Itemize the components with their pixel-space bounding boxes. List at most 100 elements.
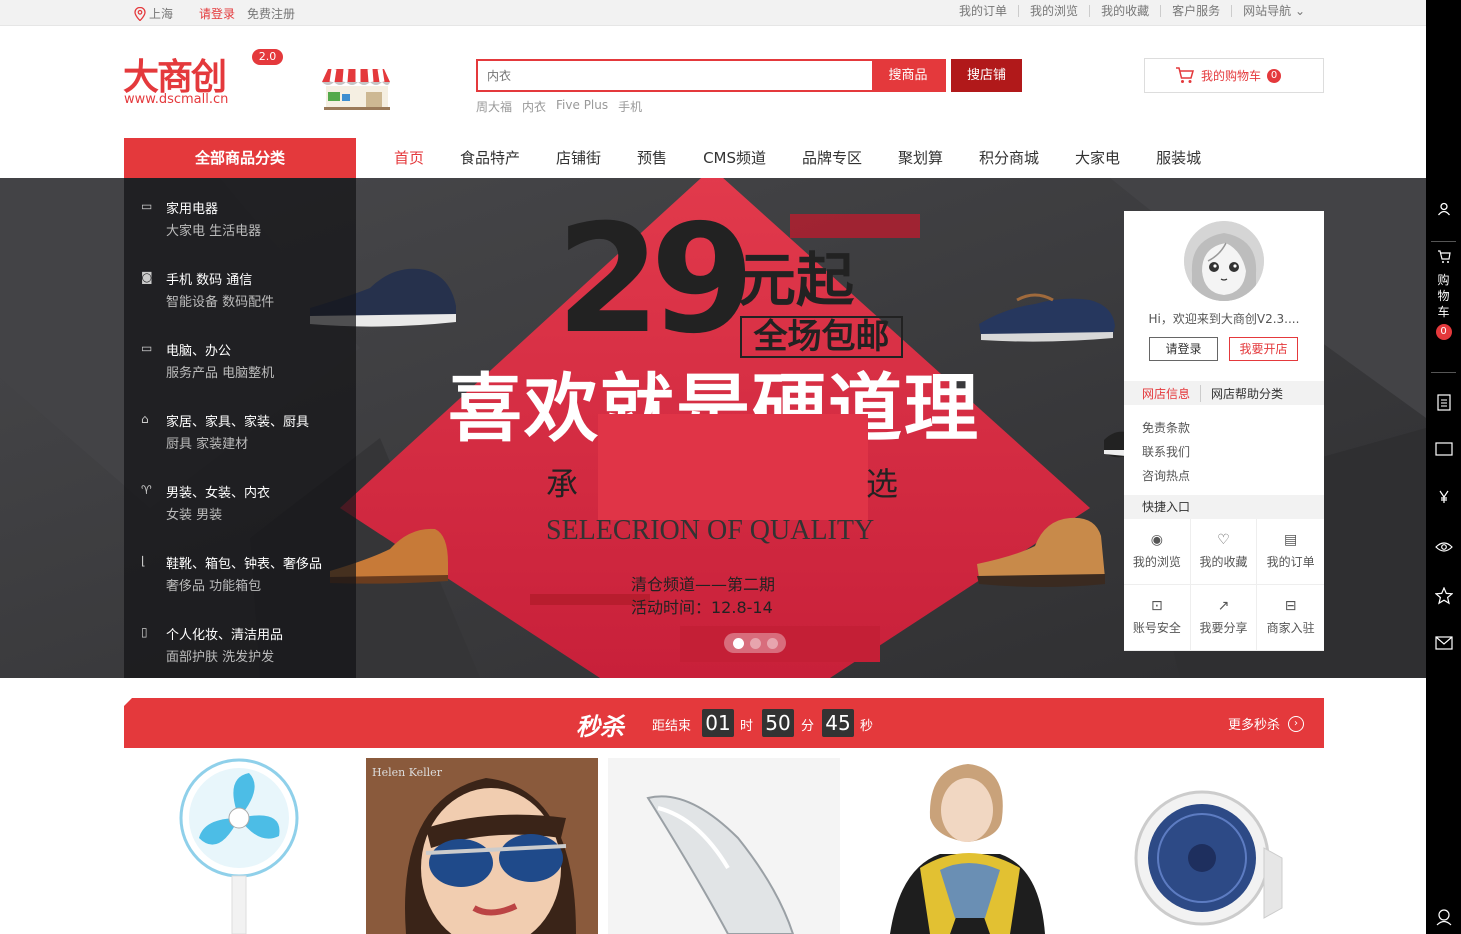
- category-title[interactable]: 个人化妆、清洁用品: [166, 624, 283, 643]
- quick-share[interactable]: ↗ 我要分享: [1190, 585, 1258, 651]
- nav-item-juhuasuan[interactable]: 聚划算: [880, 138, 961, 178]
- category-subs[interactable]: 大家电 生活电器: [166, 220, 261, 239]
- register-link[interactable]: 免费注册: [247, 5, 295, 22]
- category-item-shoes-bags[interactable]: ⌊ 鞋靴、箱包、钟表、奢侈品 奢侈品 功能箱包: [124, 537, 356, 608]
- monitor-icon: ▭: [141, 341, 153, 355]
- nav-item-points-mall[interactable]: 积分商城: [961, 138, 1057, 178]
- sidebar-orders-icon[interactable]: [1426, 393, 1461, 415]
- info-links: 免责条款 联系我们 咨询热点: [1142, 416, 1190, 488]
- banner-sub-right: 选: [866, 465, 899, 503]
- category-subs[interactable]: 面部护肤 洗发护发: [166, 646, 274, 665]
- clipboard-icon: ▤: [1284, 532, 1298, 548]
- customer-service-link[interactable]: 客户服务: [1160, 5, 1231, 17]
- sidebar-eye-icon[interactable]: [1426, 541, 1461, 557]
- quick-my-favorites[interactable]: ♡ 我的收藏: [1190, 519, 1258, 585]
- nav-item-home[interactable]: 首页: [376, 138, 442, 178]
- quick-label: 账号安全: [1132, 621, 1181, 635]
- nav-item-shop-street[interactable]: 店铺街: [538, 138, 619, 178]
- sidebar-service-icon[interactable]: [1426, 908, 1461, 930]
- category-title[interactable]: 手机 数码 通信: [166, 269, 252, 288]
- shoe-icon: ⌊: [141, 554, 146, 568]
- category-title[interactable]: 电脑、办公: [166, 340, 231, 359]
- product-card-sunglasses[interactable]: Helen Keller: [366, 758, 598, 934]
- quick-my-browse[interactable]: ◉ 我的浏览: [1124, 519, 1191, 585]
- nav-item-clothing[interactable]: 服装城: [1138, 138, 1219, 178]
- category-title[interactable]: 鞋靴、箱包、钟表、奢侈品: [166, 553, 322, 572]
- share-icon: ↗: [1217, 598, 1230, 614]
- category-item-computers[interactable]: ▭ 电脑、办公 服务产品 电脑整机: [124, 324, 356, 395]
- cart-count-badge: 0: [1267, 68, 1282, 83]
- category-item-clothing[interactable]: ♈ 男装、女装、内衣 女装 男装: [124, 466, 356, 537]
- disclaimer-link[interactable]: 免责条款: [1142, 416, 1190, 440]
- product-card-lens[interactable]: [608, 758, 840, 934]
- contact-link[interactable]: 联系我们: [1142, 440, 1190, 464]
- more-seckill-label: 更多秒杀: [1227, 718, 1280, 733]
- countdown-seconds: 45: [822, 709, 854, 737]
- cart-button[interactable]: 我的购物车 0: [1144, 58, 1324, 93]
- login-button[interactable]: 请登录: [1149, 337, 1218, 361]
- all-categories-button[interactable]: 全部商品分类: [124, 138, 356, 178]
- category-subs[interactable]: 女装 男装: [166, 504, 222, 523]
- my-favorites-link[interactable]: 我的收藏: [1089, 5, 1160, 17]
- category-item-cosmetics[interactable]: ▯ 个人化妆、清洁用品 面部护肤 洗发护发: [124, 608, 356, 679]
- sidebar-coupon-icon[interactable]: [1426, 442, 1461, 460]
- category-item-home[interactable]: ⌂ 家居、家具、家装、厨具 厨具 家装建材: [124, 395, 356, 466]
- search-goods-button[interactable]: 搜商品: [872, 61, 944, 90]
- banner-price-suffix: 元起: [738, 246, 855, 314]
- sidebar-mail-icon[interactable]: [1426, 636, 1461, 654]
- more-seckill-link[interactable]: 更多秒杀 ›: [1228, 714, 1304, 733]
- open-shop-button[interactable]: 我要开店: [1229, 337, 1298, 361]
- category-item-phones[interactable]: ◙ 手机 数码 通信 智能设备 数码配件: [124, 253, 356, 324]
- carousel-dot-2[interactable]: [749, 637, 761, 649]
- search-box: 搜商品: [476, 59, 946, 92]
- my-browse-link[interactable]: 我的浏览: [1018, 5, 1089, 17]
- my-orders-link[interactable]: 我的订单: [948, 5, 1018, 17]
- sidebar-cart[interactable]: 购物车 0: [1426, 250, 1461, 340]
- avatar-face-icon: [1184, 221, 1264, 301]
- product-card-fan[interactable]: [124, 758, 356, 934]
- nav-item-presale[interactable]: 预售: [619, 138, 685, 178]
- sidebar-user-icon[interactable]: [1426, 202, 1461, 220]
- cart-icon: [1176, 67, 1194, 83]
- hot-keyword[interactable]: 周大福: [476, 98, 512, 115]
- search-shop-button[interactable]: 搜店铺: [951, 59, 1022, 92]
- nav-item-cms[interactable]: CMS频道: [685, 138, 784, 178]
- category-item-appliances[interactable]: ▭ 家用电器 大家电 生活电器: [124, 182, 356, 253]
- heart-icon: ♡: [1217, 532, 1230, 548]
- nav-item-brand[interactable]: 品牌专区: [784, 138, 880, 178]
- category-title[interactable]: 男装、女装、内衣: [166, 482, 270, 501]
- search-input[interactable]: [478, 61, 872, 90]
- product-card-scarf[interactable]: [850, 758, 1082, 934]
- tab-help-categories[interactable]: 网店帮助分类: [1201, 385, 1283, 402]
- tab-shop-info[interactable]: 网店信息: [1124, 384, 1202, 402]
- carousel-dot-3[interactable]: [766, 637, 778, 649]
- user-panel: Hi，欢迎来到大商创V2.3.... 请登录 我要开店 网店信息 网店帮助分类 …: [1124, 211, 1324, 651]
- circulator-fan-image: [1092, 758, 1324, 934]
- hot-keyword[interactable]: Five Plus: [556, 98, 608, 115]
- category-title[interactable]: 家居、家具、家装、厨具: [166, 411, 309, 430]
- product-card-circulator-fan[interactable]: [1092, 758, 1324, 934]
- category-subs[interactable]: 智能设备 数码配件: [166, 291, 274, 310]
- bottle-icon: ▯: [141, 625, 148, 639]
- category-subs[interactable]: 服务产品 电脑整机: [166, 362, 274, 381]
- quick-label: 商家入驻: [1266, 621, 1315, 635]
- sidebar-yen-icon[interactable]: [1426, 490, 1461, 508]
- carousel-dot-1[interactable]: [732, 637, 744, 649]
- seckill-end-label: 距结束: [652, 719, 692, 734]
- sidebar-cart-icon: [1437, 250, 1451, 263]
- quick-account-security[interactable]: ⊡ 账号安全: [1124, 585, 1191, 651]
- nav-item-appliances[interactable]: 大家电: [1057, 138, 1138, 178]
- sidebar-star-icon[interactable]: [1426, 586, 1461, 609]
- category-subs[interactable]: 奢侈品 功能箱包: [166, 575, 261, 594]
- quick-merchant-join[interactable]: ⊟ 商家入驻: [1257, 585, 1324, 651]
- nav-item-food[interactable]: 食品特产: [442, 138, 538, 178]
- site-nav-link[interactable]: 网站导航 ⌄: [1231, 5, 1316, 17]
- login-link[interactable]: 请登录: [199, 5, 235, 22]
- hot-keyword[interactable]: 手机: [618, 98, 642, 115]
- hotline-link[interactable]: 咨询热点: [1142, 464, 1190, 488]
- quick-my-orders[interactable]: ▤ 我的订单: [1257, 519, 1324, 585]
- category-title[interactable]: 家用电器: [166, 198, 218, 217]
- hot-keyword[interactable]: 内衣: [522, 98, 546, 115]
- category-subs[interactable]: 厨具 家装建材: [166, 433, 248, 452]
- location-selector[interactable]: 上海: [134, 5, 173, 22]
